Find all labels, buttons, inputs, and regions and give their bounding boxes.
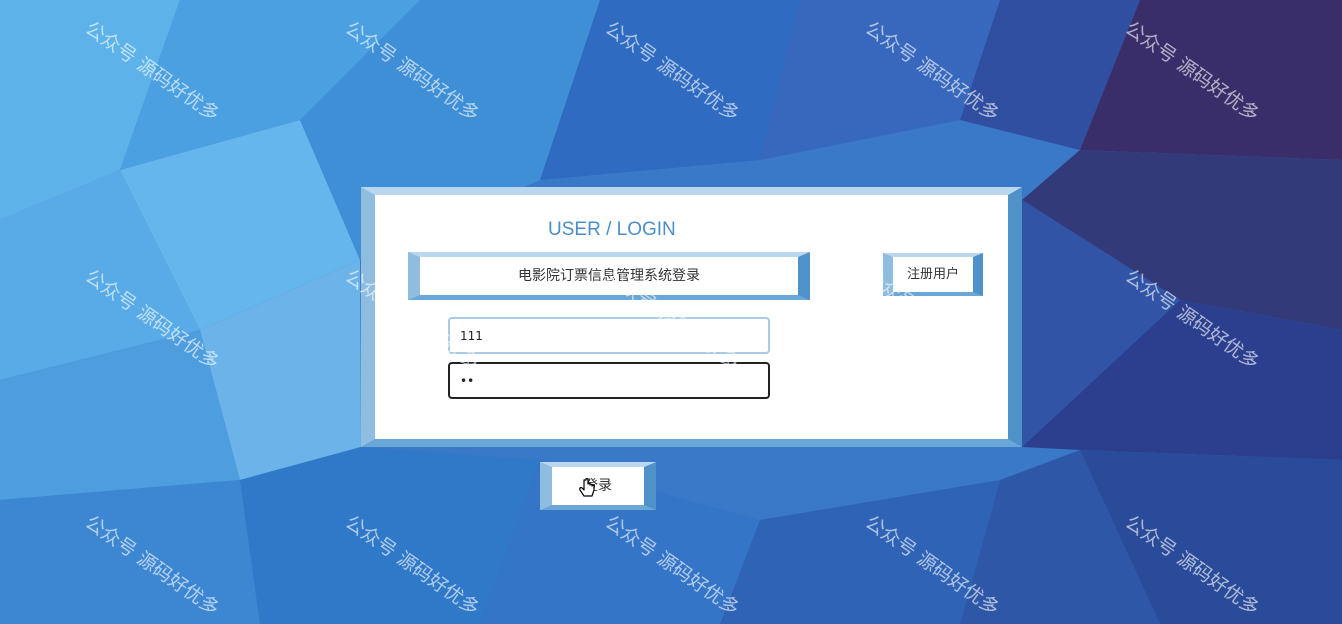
login-title: USER / LOGIN	[548, 219, 676, 240]
system-title: 电影院订票信息管理系统登录	[518, 268, 700, 284]
register-button-label: 注册用户	[906, 267, 959, 282]
system-title-banner: 电影院订票信息管理系统登录	[408, 252, 810, 300]
username-input[interactable]	[448, 317, 770, 354]
register-button[interactable]: 注册用户	[883, 253, 983, 296]
hand-cursor-icon	[579, 478, 595, 497]
password-input[interactable]	[448, 362, 770, 399]
login-button[interactable]: 登录	[540, 462, 656, 510]
login-button-label: 登录	[584, 478, 612, 494]
